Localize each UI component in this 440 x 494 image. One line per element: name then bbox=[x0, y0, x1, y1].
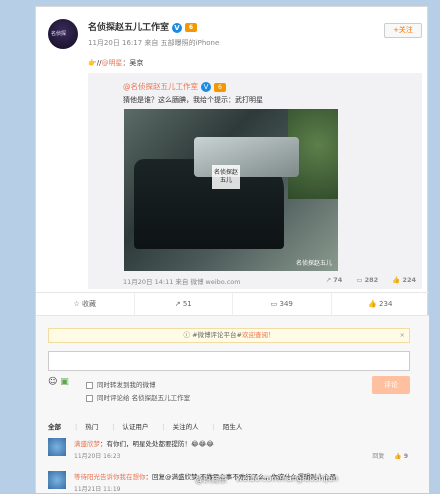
post-author[interactable]: 名侦探赵五儿工作室 V 6 bbox=[88, 20, 198, 33]
thumbs-up-icon: 👍 bbox=[368, 300, 377, 308]
like-button[interactable]: 👍 234 bbox=[332, 293, 430, 315]
comment-actions: 回复 👍 9 bbox=[362, 451, 408, 460]
forward-checkbox[interactable] bbox=[86, 381, 93, 389]
emoji-toolbar: ☺ ▣ bbox=[48, 377, 69, 387]
submit-comment-button[interactable]: 评论 bbox=[372, 376, 410, 394]
quoted-comment-count[interactable]: ▭ 282 bbox=[356, 276, 378, 284]
share-icon: ↗ bbox=[174, 300, 181, 308]
comment-to-checkbox[interactable] bbox=[86, 394, 93, 402]
post-meta: 11月20日 16:17 来自 五部曝照的iPhone bbox=[88, 39, 220, 47]
comment-icon: ▭ bbox=[270, 300, 278, 308]
comment-time: 11月20日 16:23 bbox=[74, 453, 121, 460]
filter-all[interactable]: 全部 bbox=[48, 423, 61, 431]
quoted-post: @名侦探赵五儿工作室 V 6 猜他是谁？这么腼腆，我给个提示：武打明星 名侦探赵五儿… bbox=[88, 73, 422, 289]
filter-hot[interactable]: 热门 bbox=[85, 423, 98, 431]
quoted-counts: ↗ 74 ▭ 282 👍 224 bbox=[314, 276, 416, 284]
comment-input[interactable] bbox=[48, 351, 410, 371]
comment-like[interactable]: 👍 9 bbox=[394, 453, 408, 460]
verified-badge-icon: V bbox=[172, 22, 183, 33]
emoji-icon[interactable]: ☺ bbox=[48, 377, 57, 387]
info-icon: ⓘ bbox=[183, 331, 191, 339]
quoted-photo[interactable]: 名侦探赵五儿 名侦探赵五儿 bbox=[124, 109, 338, 271]
image-icon[interactable]: ▣ bbox=[60, 377, 69, 387]
notice-link[interactable]: 欢迎查阅！ bbox=[242, 331, 275, 339]
author-avatar[interactable]: 名侦探 bbox=[48, 19, 78, 49]
quoted-like-count[interactable]: 👍 224 bbox=[392, 276, 416, 284]
comment-to-option[interactable]: 同时评论给 名侦探赵五儿工作室 bbox=[86, 392, 190, 402]
follow-button[interactable]: +关注 bbox=[384, 23, 422, 38]
photo-watermark-corner: 名侦探赵五儿 bbox=[295, 260, 332, 267]
comment-notice: ⓘ #微博评论平台#欢迎查阅！ × bbox=[48, 328, 410, 343]
weibo-post-card: 名侦探 名侦探赵五儿工作室 V 6 11月20日 16:17 来自 五部曝照的iPh… bbox=[35, 6, 429, 493]
mention-link[interactable]: @明星 bbox=[101, 59, 122, 67]
commenter-avatar[interactable] bbox=[48, 471, 66, 489]
level-badge-icon: 6 bbox=[214, 82, 226, 92]
commenter-name[interactable]: 满盛欣梦 bbox=[74, 440, 100, 448]
image-watermark-left: @识商京 bbox=[195, 475, 227, 484]
comment-area: ⓘ #微博评论平台#欢迎查阅！ × ☺ ▣ 同时转发到我的微博 同时评论给 名侦… bbox=[36, 316, 429, 493]
photo-watermark: 名侦探赵五儿 bbox=[212, 165, 240, 189]
quoted-meta: 11月20日 14:11 来自 微博 weibo.com bbox=[123, 278, 241, 286]
post-text: 👉//@明星：吴京 bbox=[88, 59, 144, 67]
post-actions: ☆ 收藏 ↗ 51 ▭ 349 👍 234 bbox=[36, 292, 429, 316]
comment-button[interactable]: ▭ 349 bbox=[233, 293, 332, 315]
comment-body: 满盛欣梦：有你们，明星处处都要提防！😂😂😂 bbox=[74, 440, 214, 448]
filter-strangers[interactable]: 陌生人 bbox=[223, 423, 243, 431]
share-button[interactable]: ↗ 51 bbox=[135, 293, 233, 315]
favorite-button[interactable]: ☆ 收藏 bbox=[36, 293, 135, 315]
image-watermark-right: weibo.com/hangluoshijun bbox=[236, 474, 338, 483]
commenter-avatar[interactable] bbox=[48, 438, 66, 456]
verified-badge-icon: V bbox=[201, 82, 211, 92]
commenter-name[interactable]: 等待阳光告诉你我在想你 bbox=[74, 473, 146, 481]
photo-car-window bbox=[194, 137, 299, 177]
filter-following[interactable]: 关注的人 bbox=[173, 423, 199, 431]
forward-option[interactable]: 同时转发到我的微博 bbox=[86, 379, 156, 389]
filter-verified[interactable]: 认证用户 bbox=[122, 423, 148, 431]
quoted-share-count[interactable]: ↗ 74 bbox=[326, 276, 343, 284]
comment-filters: 全部 | 热门 | 认证用户 | 关注的人 | 陌生人 bbox=[48, 423, 243, 431]
comment-time: 11月21日 11:19 bbox=[74, 486, 121, 493]
close-icon[interactable]: × bbox=[400, 329, 405, 342]
reply-link[interactable]: 回复 bbox=[372, 453, 384, 460]
level-badge-icon: 6 bbox=[185, 23, 198, 32]
quoted-text: 猜他是谁？这么腼腆，我给个提示：武打明星 bbox=[123, 96, 263, 104]
quoted-author[interactable]: @名侦探赵五儿工作室 V 6 bbox=[123, 81, 226, 92]
star-icon: ☆ bbox=[73, 300, 80, 308]
